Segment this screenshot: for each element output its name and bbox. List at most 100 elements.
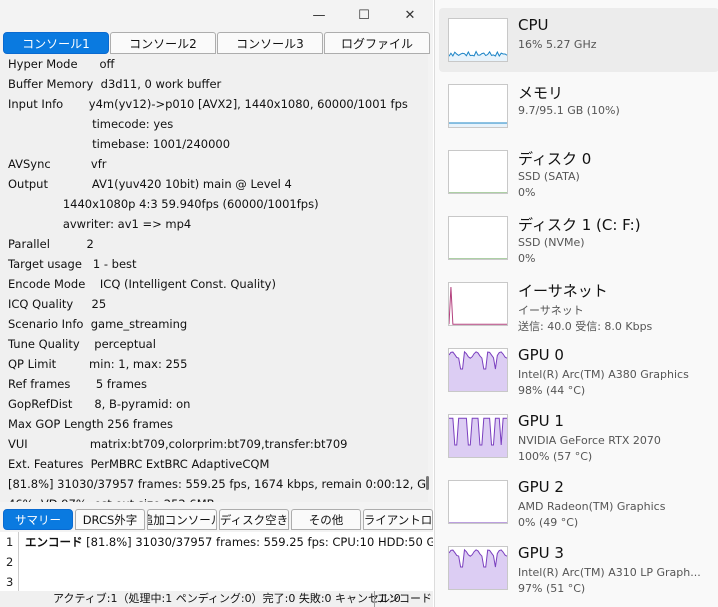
queue-row-number: 1	[6, 535, 14, 549]
graph-line	[449, 286, 507, 325]
resource-item-gpu-3[interactable]: GPU 3 Intel(R) Arc(TM) A310 LP Graph... 97…	[439, 536, 718, 600]
log-line: Target usage 1 - best	[8, 257, 137, 271]
resource-graph	[448, 480, 508, 524]
log-line: Hyper Mode off	[8, 57, 115, 71]
tab-disk-free[interactable]: ディスク空き	[219, 509, 289, 530]
log-line: AVSync vfr	[8, 157, 107, 171]
log-line: VUI matrix:bt709,colorprim:bt709,transfe…	[8, 437, 348, 451]
close-icon[interactable]: ✕	[387, 0, 433, 30]
resource-name: CPU	[518, 16, 549, 34]
queue-row-progress: [81.8%] 31030/37957 frames: 559.25 fps: …	[86, 535, 433, 549]
tab-console-3[interactable]: コンソール3	[217, 32, 323, 54]
queue-row[interactable]: 1 エンコード [81.8%] 31030/37957 frames: 559.…	[0, 532, 433, 552]
tab-console-1[interactable]: コンソール1	[3, 32, 109, 54]
queue-row-text: エンコード [81.8%] 31030/37957 frames: 559.25…	[25, 532, 433, 552]
resource-detail: AMD Radeon(TM) Graphics	[518, 500, 666, 513]
resource-graph	[448, 150, 508, 194]
log-line: QP Limit min: 1, max: 255	[8, 357, 188, 371]
resource-item-gpu-2[interactable]: GPU 2 AMD Radeon(TM) Graphics 0% (49 °C)	[439, 470, 718, 534]
resource-usage: 100% (57 °C)	[518, 450, 593, 463]
log-line: Buffer Memory d3d11, 0 work buffer	[8, 77, 222, 91]
resource-usage: 0%	[518, 252, 536, 265]
log-line: Output AV1(yuv420 10bit) main @ Level 4	[8, 177, 292, 191]
resource-usage: 0%	[518, 186, 536, 199]
resource-detail: イーサネット	[518, 304, 584, 317]
resource-item-cpu[interactable]: CPU 16% 5.27 GHz	[439, 8, 718, 72]
tab-summary[interactable]: サマリー	[3, 509, 73, 530]
status-bar: アクティブ:1（処理中:1 ペンディング:0）完了:0 失敗:0 キャンセル:0…	[0, 591, 433, 607]
resource-name: GPU 3	[518, 544, 564, 562]
resource-detail: SSD (NVMe)	[518, 236, 585, 249]
graph-area	[449, 287, 507, 325]
log-line: Input Info y4m(yv12)->p010 [AVX2], 1440x…	[8, 97, 408, 111]
log-line: Encode Mode ICQ (Intelligent Const. Qual…	[8, 277, 276, 291]
tab-log-file[interactable]: ログファイル	[324, 32, 430, 54]
resource-detail: Intel(R) Arc(TM) A310 LP Graph...	[518, 566, 701, 579]
resource-usage: 98% (44 °C)	[518, 384, 586, 397]
scrollbar-thumb[interactable]	[426, 476, 429, 490]
log-line: Max GOP Length 256 frames	[8, 417, 174, 431]
log-line: Tune Quality perceptual	[8, 337, 156, 351]
log-line: Scenario Info game_streaming	[8, 317, 188, 331]
status-text: アクティブ:1（処理中:1 ペンディング:0）完了:0 失敗:0 キャンセル:0	[53, 592, 401, 605]
log-line: Parallel 2	[8, 237, 94, 251]
resource-graph	[448, 216, 508, 260]
resource-name: ディスク 0	[518, 150, 592, 168]
resource-usage: 送信: 40.0 受信: 8.0 Kbps	[518, 320, 653, 333]
status-state: エンコード中	[374, 591, 433, 607]
resource-detail: Intel(R) Arc(TM) A380 Graphics	[518, 368, 689, 381]
console-tabs: コンソール1 コンソール2 コンソール3 ログファイル	[3, 32, 433, 54]
bottom-tabs: サマリー DRCS外字 追加コンソール ディスク空き その他 クライアントログ	[3, 509, 433, 531]
resource-item-0[interactable]: ディスク 0 SSD (SATA) 0%	[439, 140, 718, 204]
tab-other[interactable]: その他	[291, 509, 361, 530]
log-line: avwriter: av1 => mp4	[8, 217, 192, 231]
resource-name: ディスク 1 (C: F:)	[518, 216, 641, 234]
graph-area	[449, 123, 507, 127]
resource-item-gpu-1[interactable]: GPU 1 NVIDIA GeForce RTX 2070 100% (57 °C)	[439, 404, 718, 468]
resource-usage: 97% (51 °C)	[518, 582, 586, 595]
queue-row-number: 2	[6, 555, 14, 569]
resource-graph	[448, 546, 508, 590]
resource-item-[interactable]: イーサネット イーサネット 送信: 40.0 受信: 8.0 Kbps	[439, 272, 718, 336]
log-line: [81.8%] 31030/37957 frames: 559.25 fps, …	[8, 477, 428, 491]
maximize-icon[interactable]: ☐	[341, 0, 387, 30]
queue-row[interactable]: 3	[0, 572, 433, 592]
tab-extra-console[interactable]: 追加コンソール	[147, 509, 217, 530]
title-bar: — ☐ ✕	[0, 0, 433, 30]
resource-item-1-c-f[interactable]: ディスク 1 (C: F:) SSD (NVMe) 0%	[439, 206, 718, 270]
log-line: timecode: yes	[8, 117, 174, 131]
console-log[interactable]: Hyper Mode off Buffer Memory d3d11, 0 wor…	[0, 54, 428, 502]
resource-name: GPU 1	[518, 412, 564, 430]
resource-name: イーサネット	[518, 282, 608, 300]
log-line: GopRefDist 8, B-pyramid: on	[8, 397, 191, 411]
log-line: ICQ Quality 25	[8, 297, 107, 311]
resource-detail: NVIDIA GeForce RTX 2070	[518, 434, 661, 447]
minimize-icon[interactable]: —	[296, 0, 342, 30]
resource-detail: 9.7/95.1 GB (10%)	[518, 104, 620, 117]
resource-usage: 0% (49 °C)	[518, 516, 579, 529]
resource-name: GPU 0	[518, 346, 564, 364]
resource-graph	[448, 84, 508, 128]
queue-row[interactable]: 2	[0, 552, 433, 572]
tab-client-log[interactable]: クライアントログ	[363, 509, 433, 530]
resource-name: メモリ	[518, 84, 564, 102]
resource-detail: 16% 5.27 GHz	[518, 38, 597, 51]
resource-name: GPU 2	[518, 478, 564, 496]
log-line: 46%, VD 97%, est out size 252.6MB	[8, 494, 215, 502]
queue-row-label: エンコード	[25, 535, 83, 549]
resource-graph	[448, 282, 508, 326]
queue-list: 1 エンコード [81.8%] 31030/37957 frames: 559.…	[0, 532, 433, 592]
log-line: Ref frames 5 frames	[8, 377, 147, 391]
resource-graph	[448, 414, 508, 458]
log-line: Ext. Features PerMBRC ExtBRC AdaptiveCQM	[8, 457, 270, 471]
resource-graph	[448, 348, 508, 392]
resource-item-gpu-0[interactable]: GPU 0 Intel(R) Arc(TM) A380 Graphics 98% (…	[439, 338, 718, 402]
queue-row-number: 3	[6, 575, 14, 589]
task-manager-resource-list: CPU 16% 5.27 GHz メモリ 9.7/95.1 GB (10%) ディスク …	[434, 0, 718, 607]
resource-detail: SSD (SATA)	[518, 170, 580, 183]
tab-console-2[interactable]: コンソール2	[110, 32, 216, 54]
resource-graph	[448, 18, 508, 62]
encoder-window: — ☐ ✕ コンソール1 コンソール2 コンソール3 ログファイル Hyper …	[0, 0, 433, 607]
resource-item-[interactable]: メモリ 9.7/95.1 GB (10%)	[439, 74, 718, 138]
tab-drcs[interactable]: DRCS外字	[75, 509, 145, 530]
